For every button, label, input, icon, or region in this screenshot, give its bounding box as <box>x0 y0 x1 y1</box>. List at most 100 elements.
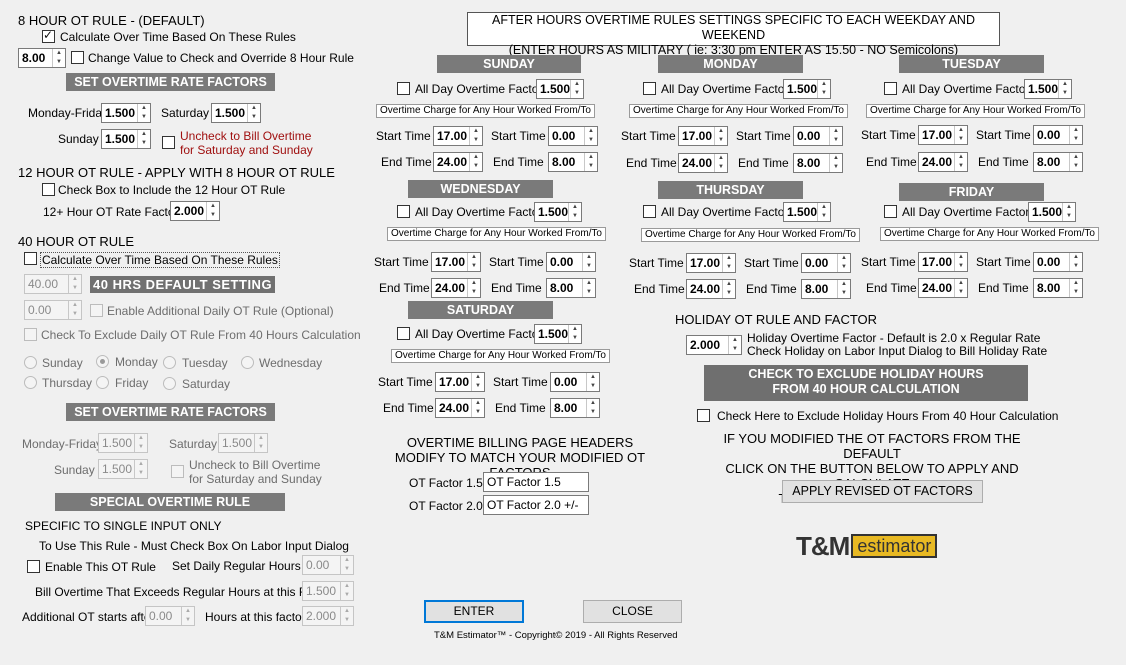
enter-button[interactable]: ENTER <box>424 600 524 623</box>
down-arrow-icon[interactable]: ▼ <box>955 262 967 271</box>
down-arrow-icon[interactable]: ▼ <box>468 262 480 271</box>
f20-input[interactable]: OT Factor 2.0 +/- <box>483 495 589 515</box>
wednesday-start-1-stepper[interactable]: 17.00 ▲ ▼ <box>431 252 481 272</box>
ot8-monfri-stepper[interactable]: 1.500 ▲ ▼ <box>101 103 151 123</box>
up-arrow-icon[interactable]: ▲ <box>569 203 581 212</box>
monday-start-2-stepper[interactable]: 0.00 ▲ ▼ <box>793 126 843 146</box>
saturday-start-1-stepper[interactable]: 17.00 ▲ ▼ <box>435 372 485 392</box>
ot8-calc-checkbox[interactable] <box>42 28 55 43</box>
thursday-all-day-checkbox[interactable] <box>643 205 656 218</box>
tuesday-factor-stepper[interactable]: 1.500 ▲ ▼ <box>1024 79 1072 99</box>
down-arrow-icon[interactable]: ▼ <box>569 334 581 343</box>
up-arrow-icon[interactable]: ▲ <box>585 153 597 162</box>
up-arrow-icon[interactable]: ▲ <box>838 280 850 289</box>
up-arrow-icon[interactable]: ▲ <box>248 104 260 113</box>
down-arrow-icon[interactable]: ▼ <box>472 382 484 391</box>
down-arrow-icon[interactable]: ▼ <box>182 616 194 625</box>
tuesday-start-1-stepper[interactable]: 17.00 ▲ ▼ <box>918 125 968 145</box>
friday-start-1-stepper[interactable]: 17.00 ▲ ▼ <box>918 252 968 272</box>
ot40-exclude-checkbox[interactable] <box>24 328 37 341</box>
down-arrow-icon[interactable]: ▼ <box>585 136 597 145</box>
up-arrow-icon[interactable]: ▲ <box>587 399 599 408</box>
down-arrow-icon[interactable]: ▼ <box>135 443 147 452</box>
down-arrow-icon[interactable]: ▼ <box>583 262 595 271</box>
tuesday-start-2-stepper[interactable]: 0.00 ▲ ▼ <box>1033 125 1083 145</box>
thursday-end-2-stepper[interactable]: 8.00 ▲ ▼ <box>801 279 851 299</box>
ot8-hours-stepper[interactable]: 8.00 ▲ ▼ <box>18 48 66 68</box>
radio-sunday[interactable] <box>24 356 37 369</box>
sunday-start-2-stepper[interactable]: 0.00 ▲ ▼ <box>548 126 598 146</box>
sunday-factor-stepper[interactable]: 1.500 ▲ ▼ <box>536 79 584 99</box>
down-arrow-icon[interactable]: ▼ <box>585 162 597 171</box>
down-arrow-icon[interactable]: ▼ <box>838 289 850 298</box>
down-arrow-icon[interactable]: ▼ <box>138 139 150 148</box>
tuesday-end-1-stepper[interactable]: 24.00 ▲ ▼ <box>918 152 968 172</box>
down-arrow-icon[interactable]: ▼ <box>472 408 484 417</box>
ot8-sat-stepper[interactable]: 1.500 ▲ ▼ <box>211 103 261 123</box>
special-daily-stepper[interactable]: 0.00 ▲ ▼ <box>302 555 354 575</box>
up-arrow-icon[interactable]: ▲ <box>1070 253 1082 262</box>
up-arrow-icon[interactable]: ▲ <box>135 460 147 469</box>
up-arrow-icon[interactable]: ▲ <box>1070 126 1082 135</box>
friday-start-2-stepper[interactable]: 0.00 ▲ ▼ <box>1033 252 1083 272</box>
ot12-include-checkbox[interactable] <box>42 183 55 196</box>
up-arrow-icon[interactable]: ▲ <box>838 254 850 263</box>
up-arrow-icon[interactable]: ▲ <box>255 434 267 443</box>
up-arrow-icon[interactable]: ▲ <box>1070 279 1082 288</box>
friday-end-1-stepper[interactable]: 24.00 ▲ ▼ <box>918 278 968 298</box>
down-arrow-icon[interactable]: ▼ <box>207 211 219 220</box>
friday-all-day-checkbox[interactable] <box>884 205 897 218</box>
down-arrow-icon[interactable]: ▼ <box>587 382 599 391</box>
ot12-rate-stepper[interactable]: 2.000 ▲ ▼ <box>170 201 220 221</box>
ot40-monfri-stepper[interactable]: 1.500 ▲ ▼ <box>98 433 148 453</box>
up-arrow-icon[interactable]: ▲ <box>583 253 595 262</box>
up-arrow-icon[interactable]: ▲ <box>472 399 484 408</box>
up-arrow-icon[interactable]: ▲ <box>571 80 583 89</box>
radio-monday[interactable] <box>96 355 109 368</box>
down-arrow-icon[interactable]: ▼ <box>830 136 842 145</box>
wednesday-all-day-checkbox[interactable] <box>397 205 410 218</box>
sunday-all-day-checkbox[interactable] <box>397 82 410 95</box>
ot40-sun-stepper[interactable]: 1.500 ▲ ▼ <box>98 459 148 479</box>
down-arrow-icon[interactable]: ▼ <box>1070 135 1082 144</box>
down-arrow-icon[interactable]: ▼ <box>723 263 735 272</box>
radio-saturday[interactable] <box>163 377 176 390</box>
up-arrow-icon[interactable]: ▲ <box>135 434 147 443</box>
up-arrow-icon[interactable]: ▲ <box>955 126 967 135</box>
sunday-start-1-stepper[interactable]: 17.00 ▲ ▼ <box>433 126 483 146</box>
up-arrow-icon[interactable]: ▲ <box>468 279 480 288</box>
friday-factor-stepper[interactable]: 1.500 ▲ ▼ <box>1028 202 1076 222</box>
saturday-end-1-stepper[interactable]: 24.00 ▲ ▼ <box>435 398 485 418</box>
holiday-exclude-checkbox[interactable] <box>697 409 710 422</box>
down-arrow-icon[interactable]: ▼ <box>838 263 850 272</box>
special-bill-stepper[interactable]: 1.500 ▲ ▼ <box>302 581 354 601</box>
sunday-end-1-stepper[interactable]: 24.00 ▲ ▼ <box>433 152 483 172</box>
wednesday-end-2-stepper[interactable]: 8.00 ▲ ▼ <box>546 278 596 298</box>
down-arrow-icon[interactable]: ▼ <box>341 565 353 574</box>
down-arrow-icon[interactable]: ▼ <box>830 163 842 172</box>
up-arrow-icon[interactable]: ▲ <box>715 127 727 136</box>
down-arrow-icon[interactable]: ▼ <box>135 469 147 478</box>
up-arrow-icon[interactable]: ▲ <box>182 607 194 616</box>
saturday-end-2-stepper[interactable]: 8.00 ▲ ▼ <box>550 398 600 418</box>
ot40-sat-stepper[interactable]: 1.500 ▲ ▼ <box>218 433 268 453</box>
special-enable-checkbox[interactable] <box>27 560 40 573</box>
thursday-factor-stepper[interactable]: 1.500 ▲ ▼ <box>783 202 831 222</box>
monday-end-1-stepper[interactable]: 24.00 ▲ ▼ <box>678 153 728 173</box>
down-arrow-icon[interactable]: ▼ <box>69 284 81 293</box>
monday-factor-stepper[interactable]: 1.500 ▲ ▼ <box>783 79 831 99</box>
down-arrow-icon[interactable]: ▼ <box>470 136 482 145</box>
down-arrow-icon[interactable]: ▼ <box>69 310 81 319</box>
wednesday-start-2-stepper[interactable]: 0.00 ▲ ▼ <box>546 252 596 272</box>
down-arrow-icon[interactable]: ▼ <box>583 288 595 297</box>
up-arrow-icon[interactable]: ▲ <box>818 203 830 212</box>
sunday-end-2-stepper[interactable]: 8.00 ▲ ▼ <box>548 152 598 172</box>
thursday-start-1-stepper[interactable]: 17.00 ▲ ▼ <box>686 253 736 273</box>
down-arrow-icon[interactable]: ▼ <box>571 89 583 98</box>
up-arrow-icon[interactable]: ▲ <box>830 127 842 136</box>
ot40-daily-stepper[interactable]: 0.00 ▲ ▼ <box>24 300 82 320</box>
up-arrow-icon[interactable]: ▲ <box>470 153 482 162</box>
down-arrow-icon[interactable]: ▼ <box>341 616 353 625</box>
up-arrow-icon[interactable]: ▲ <box>1070 153 1082 162</box>
down-arrow-icon[interactable]: ▼ <box>723 289 735 298</box>
